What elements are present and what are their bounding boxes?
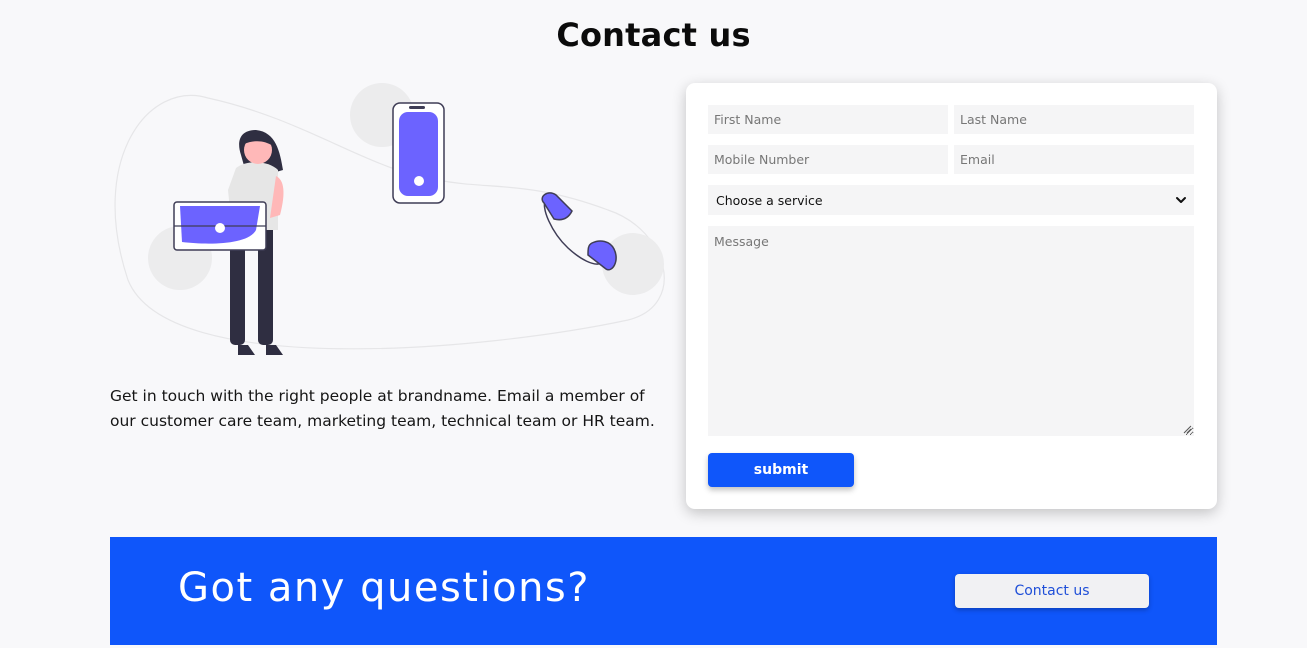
page-title: Contact us bbox=[556, 16, 751, 54]
mobile-number-field[interactable] bbox=[708, 145, 948, 174]
contact-illustration bbox=[114, 83, 665, 355]
contact-form: Choose a service submit bbox=[686, 83, 1217, 509]
telephone-handset-icon bbox=[541, 192, 617, 271]
email-field[interactable] bbox=[954, 145, 1194, 174]
banner-heading: Got any questions? bbox=[178, 565, 590, 611]
service-select-value: Choose a service bbox=[716, 192, 823, 208]
person-figure bbox=[173, 130, 284, 355]
intro-text: Get in touch with the right people at br… bbox=[110, 387, 655, 430]
service-select[interactable]: Choose a service bbox=[708, 185, 1194, 215]
last-name-field[interactable] bbox=[954, 105, 1194, 134]
chevron-down-icon bbox=[1176, 197, 1186, 203]
questions-banner: Got any questions? Contact us bbox=[110, 537, 1217, 645]
message-field[interactable] bbox=[708, 226, 1194, 436]
smartphone-icon bbox=[392, 102, 445, 204]
resize-grip-icon[interactable] bbox=[1182, 424, 1192, 434]
contact-us-button[interactable]: Contact us bbox=[955, 574, 1149, 608]
first-name-field[interactable] bbox=[708, 105, 948, 134]
contact-page: Contact us Get in touch with the right p… bbox=[0, 0, 1307, 648]
submit-button[interactable]: submit bbox=[708, 453, 854, 487]
